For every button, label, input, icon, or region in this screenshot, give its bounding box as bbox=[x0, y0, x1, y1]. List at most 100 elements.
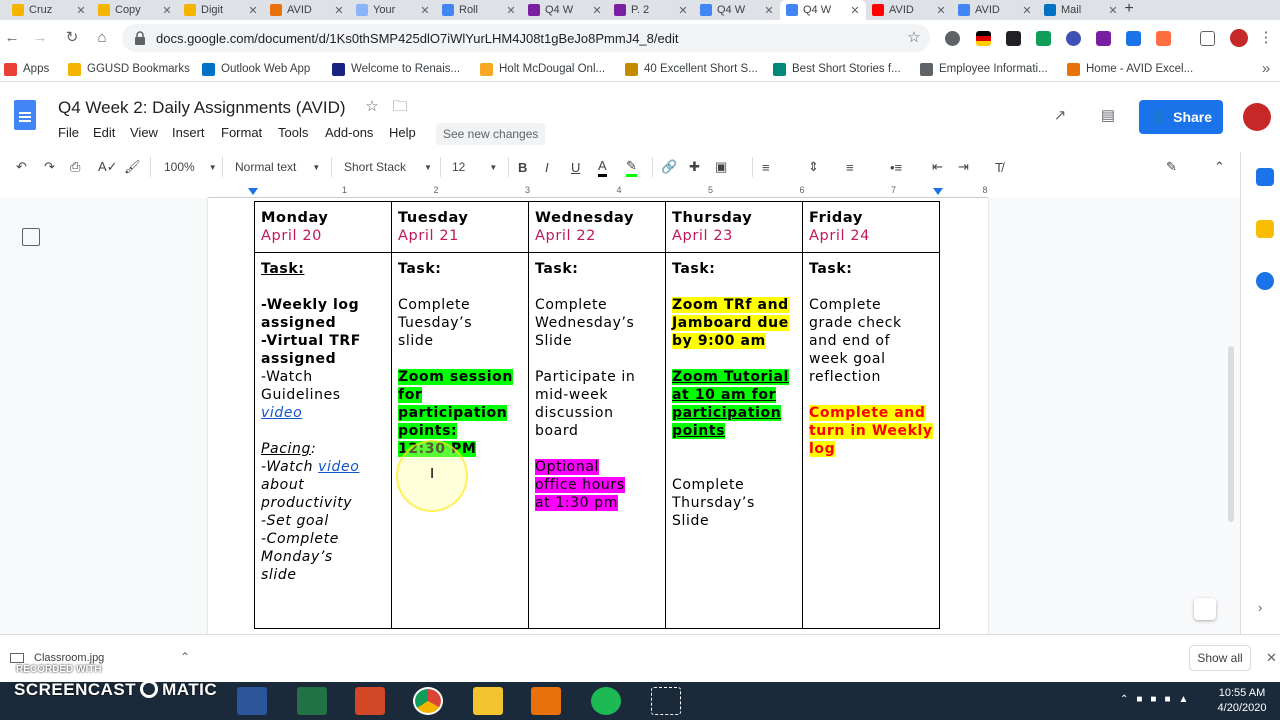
clear-formatting-icon[interactable]: T̸ bbox=[995, 157, 1003, 177]
browser-tab[interactable]: Your ✕ bbox=[350, 0, 436, 20]
activity-trend-icon[interactable]: ↗ bbox=[1050, 106, 1070, 126]
insert-image-icon[interactable]: ▣ bbox=[715, 157, 727, 177]
text-color-icon[interactable]: A bbox=[598, 157, 607, 177]
close-icon[interactable]: ✕ bbox=[418, 4, 432, 17]
browser-tab[interactable]: Q4 W ✕ bbox=[694, 0, 780, 20]
insert-link-icon[interactable]: 🔗 bbox=[661, 157, 677, 177]
browser-tab[interactable]: AVID ✕ bbox=[264, 0, 350, 20]
close-icon[interactable]: ✕ bbox=[762, 4, 776, 17]
home-icon[interactable]: ⌂ bbox=[92, 28, 112, 48]
table-cell[interactable]: Tuesday April 21 bbox=[391, 201, 529, 253]
ruler[interactable] bbox=[208, 184, 988, 198]
close-icon[interactable]: ✕ bbox=[1266, 650, 1277, 666]
more-bookmarks-icon[interactable]: » bbox=[1256, 59, 1276, 79]
left-indent-marker[interactable] bbox=[248, 188, 258, 195]
close-icon[interactable]: ✕ bbox=[246, 4, 260, 17]
print-icon[interactable]: ⎙ bbox=[70, 157, 80, 177]
table-cell[interactable]: Thursday April 23 bbox=[665, 201, 803, 253]
close-icon[interactable]: ✕ bbox=[848, 4, 862, 17]
menu-format[interactable]: Format bbox=[221, 125, 262, 140]
close-icon[interactable]: ✕ bbox=[934, 4, 948, 17]
align-icon[interactable]: ≡ bbox=[762, 157, 770, 177]
menu-insert[interactable]: Insert bbox=[172, 125, 205, 140]
extension-icon[interactable] bbox=[1066, 31, 1081, 46]
google-docs-logo-icon[interactable] bbox=[14, 100, 36, 130]
explore-icon[interactable] bbox=[1194, 598, 1216, 620]
close-icon[interactable]: ✕ bbox=[676, 4, 690, 17]
tasks-icon[interactable] bbox=[1256, 272, 1274, 290]
chrome-taskbar-icon[interactable] bbox=[413, 687, 443, 715]
new-tab-button[interactable]: + bbox=[1118, 0, 1140, 20]
friday-tasks-cell[interactable]: Task: Complete grade check and end of we… bbox=[802, 252, 940, 629]
highlight-color-icon[interactable]: ✎ bbox=[626, 157, 637, 177]
close-icon[interactable]: ✕ bbox=[504, 4, 518, 17]
table-cell[interactable]: Wednesday April 22 bbox=[528, 201, 666, 253]
bookmark-item[interactable]: GGUSD Bookmarks bbox=[68, 61, 190, 77]
zoom-select[interactable]: 100% ▼ bbox=[164, 157, 217, 177]
show-all-button[interactable]: Show all bbox=[1189, 645, 1251, 671]
menu-edit[interactable]: Edit bbox=[93, 125, 115, 140]
add-comment-icon[interactable]: ✚ bbox=[689, 157, 700, 177]
bookmark-item[interactable]: Outlook Web App bbox=[202, 61, 310, 77]
tuesday-tasks-cell[interactable]: Task: Complete Tuesday’s slide Zoom sess… bbox=[391, 252, 529, 629]
close-icon[interactable]: ✕ bbox=[160, 4, 174, 17]
move-folder-icon[interactable]: 🗀 bbox=[390, 97, 410, 117]
star-icon[interactable]: ☆ bbox=[362, 97, 382, 117]
menu-file[interactable]: File bbox=[58, 125, 79, 140]
browser-tab[interactable]: Q4 W ✕ bbox=[522, 0, 608, 20]
hide-menus-chevron-up-icon[interactable]: ⌃ bbox=[1214, 157, 1225, 177]
download-options-chevron-up-icon[interactable]: ⌃ bbox=[180, 650, 190, 664]
extension-icon[interactable] bbox=[1006, 31, 1021, 46]
monday-tasks-cell[interactable]: Task: -Weekly log assigned -Virtual TRF … bbox=[254, 252, 392, 629]
media-player-taskbar-icon[interactable] bbox=[531, 687, 561, 715]
extension-icon[interactable] bbox=[945, 31, 960, 46]
decrease-indent-icon[interactable]: ⇤ bbox=[932, 157, 943, 177]
menu-tools[interactable]: Tools bbox=[278, 125, 308, 140]
font-select[interactable]: Short Stack ▼ bbox=[344, 157, 432, 177]
word-taskbar-icon[interactable] bbox=[237, 687, 267, 715]
profile-avatar[interactable] bbox=[1230, 29, 1248, 47]
calendar-icon[interactable] bbox=[1256, 168, 1274, 186]
comments-icon[interactable]: ▤ bbox=[1098, 106, 1118, 126]
system-tray[interactable]: ⌃■■■▲ bbox=[1120, 694, 1196, 705]
back-icon[interactable]: ← bbox=[2, 28, 22, 48]
bookmark-item[interactable]: Best Short Stories f... bbox=[773, 61, 901, 77]
bookmark-item[interactable]: Welcome to Renais... bbox=[332, 61, 460, 77]
browser-tab[interactable]: Copy ✕ bbox=[92, 0, 178, 20]
browser-tab[interactable]: Q4 W ✕ bbox=[780, 0, 866, 20]
document-outline-icon[interactable] bbox=[22, 228, 40, 246]
bookmark-item[interactable]: Employee Informati... bbox=[920, 61, 1048, 77]
keep-icon[interactable] bbox=[1256, 220, 1274, 238]
browser-tab[interactable]: AVID ✕ bbox=[952, 0, 1038, 20]
browser-tab[interactable]: P. 2 ✕ bbox=[608, 0, 694, 20]
table-cell[interactable]: Monday April 20 bbox=[254, 201, 392, 253]
video-link[interactable]: video bbox=[261, 405, 302, 421]
bookmark-item[interactable]: Apps bbox=[4, 61, 49, 77]
forward-icon[interactable]: → bbox=[30, 28, 50, 48]
bookmark-star-icon[interactable]: ☆ bbox=[904, 28, 924, 48]
bookmark-item[interactable]: 40 Excellent Short S... bbox=[625, 61, 758, 77]
increase-indent-icon[interactable]: ⇥ bbox=[958, 157, 969, 177]
chrome-menu-icon[interactable]: ⋮ bbox=[1256, 28, 1276, 48]
close-icon[interactable]: ✕ bbox=[74, 4, 88, 17]
video-link[interactable]: video bbox=[318, 459, 359, 475]
account-avatar[interactable] bbox=[1243, 103, 1271, 131]
close-icon[interactable]: ✕ bbox=[332, 4, 346, 17]
numbered-list-icon[interactable]: ≡ bbox=[846, 157, 854, 177]
style-select[interactable]: Normal text ▼ bbox=[235, 157, 323, 177]
undo-icon[interactable]: ↶ bbox=[16, 157, 27, 177]
share-button[interactable]: 👤 Share bbox=[1139, 100, 1223, 134]
menu-list-icon[interactable] bbox=[1200, 31, 1215, 46]
editing-mode-icon[interactable]: ✎ bbox=[1166, 157, 1177, 177]
menu-addons[interactable]: Add-ons bbox=[325, 125, 373, 140]
paint-format-icon[interactable]: 🖌 bbox=[124, 157, 141, 177]
menu-view[interactable]: View bbox=[130, 125, 158, 140]
redo-icon[interactable]: ↷ bbox=[44, 157, 55, 177]
extension-icon[interactable] bbox=[1126, 31, 1141, 46]
spellcheck-icon[interactable]: A✓ bbox=[98, 157, 118, 177]
menu-help[interactable]: Help bbox=[389, 125, 416, 140]
wednesday-tasks-cell[interactable]: Task: Complete Wednesday’s Slide Partici… bbox=[528, 252, 666, 629]
underline-icon[interactable]: U bbox=[571, 157, 580, 177]
extension-icon[interactable] bbox=[1096, 31, 1111, 46]
bookmark-item[interactable]: Home - AVID Excel... bbox=[1067, 61, 1193, 77]
